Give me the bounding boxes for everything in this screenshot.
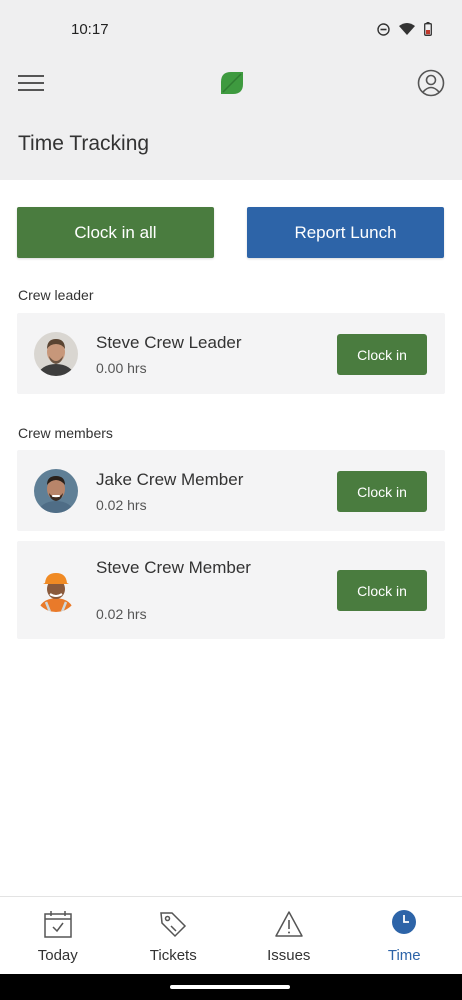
avatar-image <box>34 332 78 376</box>
crew-member-card: Steve Crew Member 0.02 hrs Clock in <box>17 541 445 639</box>
avatar <box>34 332 78 376</box>
bottom-nav: Today Tickets Issues Time <box>0 896 462 974</box>
crew-members-label: Crew members <box>18 425 113 441</box>
app-header: Time Tracking <box>0 60 462 180</box>
clock-in-button[interactable]: Clock in <box>337 471 427 512</box>
leaf-logo-icon <box>221 72 243 94</box>
menu-icon-bar <box>18 89 44 91</box>
nav-label: Time <box>387 947 421 964</box>
avatar-image <box>34 568 78 612</box>
battery-icon <box>424 22 432 36</box>
clock-in-all-button[interactable]: Clock in all <box>17 207 214 258</box>
dnd-icon <box>377 22 390 36</box>
clock-in-button[interactable]: Clock in <box>337 570 427 611</box>
member-hours: 0.00 hrs <box>96 360 147 376</box>
menu-icon-bar <box>18 82 44 84</box>
warning-icon <box>275 911 303 937</box>
tag-icon <box>160 912 187 938</box>
home-gesture-handle[interactable] <box>170 985 290 989</box>
member-name: Steve Crew Member <box>96 558 251 577</box>
nav-label: Tickets <box>149 947 197 964</box>
member-name: Steve Crew Leader <box>96 333 242 352</box>
avatar-image <box>34 469 78 513</box>
wifi-icon <box>399 23 415 35</box>
member-hours: 0.02 hrs <box>96 606 147 622</box>
status-bar: 10:17 <box>0 0 462 60</box>
crew-leader-label: Crew leader <box>18 287 94 303</box>
clock-in-button[interactable]: Clock in <box>337 334 427 375</box>
nav-label: Today <box>37 947 78 964</box>
menu-button[interactable] <box>18 73 46 93</box>
calendar-check-icon <box>44 911 72 938</box>
avatar <box>34 568 78 612</box>
nav-item-today[interactable]: Today <box>0 897 116 974</box>
page-title: Time Tracking <box>18 132 150 155</box>
nav-item-tickets[interactable]: Tickets <box>116 897 232 974</box>
member-name: Jake Crew Member <box>96 470 244 489</box>
nav-item-time[interactable]: Time <box>347 897 462 974</box>
profile-icon[interactable] <box>417 69 445 97</box>
menu-icon-bar <box>18 75 44 77</box>
nav-label: Issues <box>267 947 311 964</box>
crew-member-card: Jake Crew Member 0.02 hrs Clock in <box>17 450 445 531</box>
status-time: 10:17 <box>71 21 109 38</box>
member-hours: 0.02 hrs <box>96 497 147 513</box>
crew-leader-card: Steve Crew Leader 0.00 hrs Clock in <box>17 313 445 394</box>
nav-item-issues[interactable]: Issues <box>231 897 347 974</box>
status-icons <box>377 22 432 36</box>
gesture-bar <box>0 974 462 1000</box>
report-lunch-button[interactable]: Report Lunch <box>247 207 444 258</box>
avatar <box>34 469 78 513</box>
clock-icon <box>392 910 417 934</box>
